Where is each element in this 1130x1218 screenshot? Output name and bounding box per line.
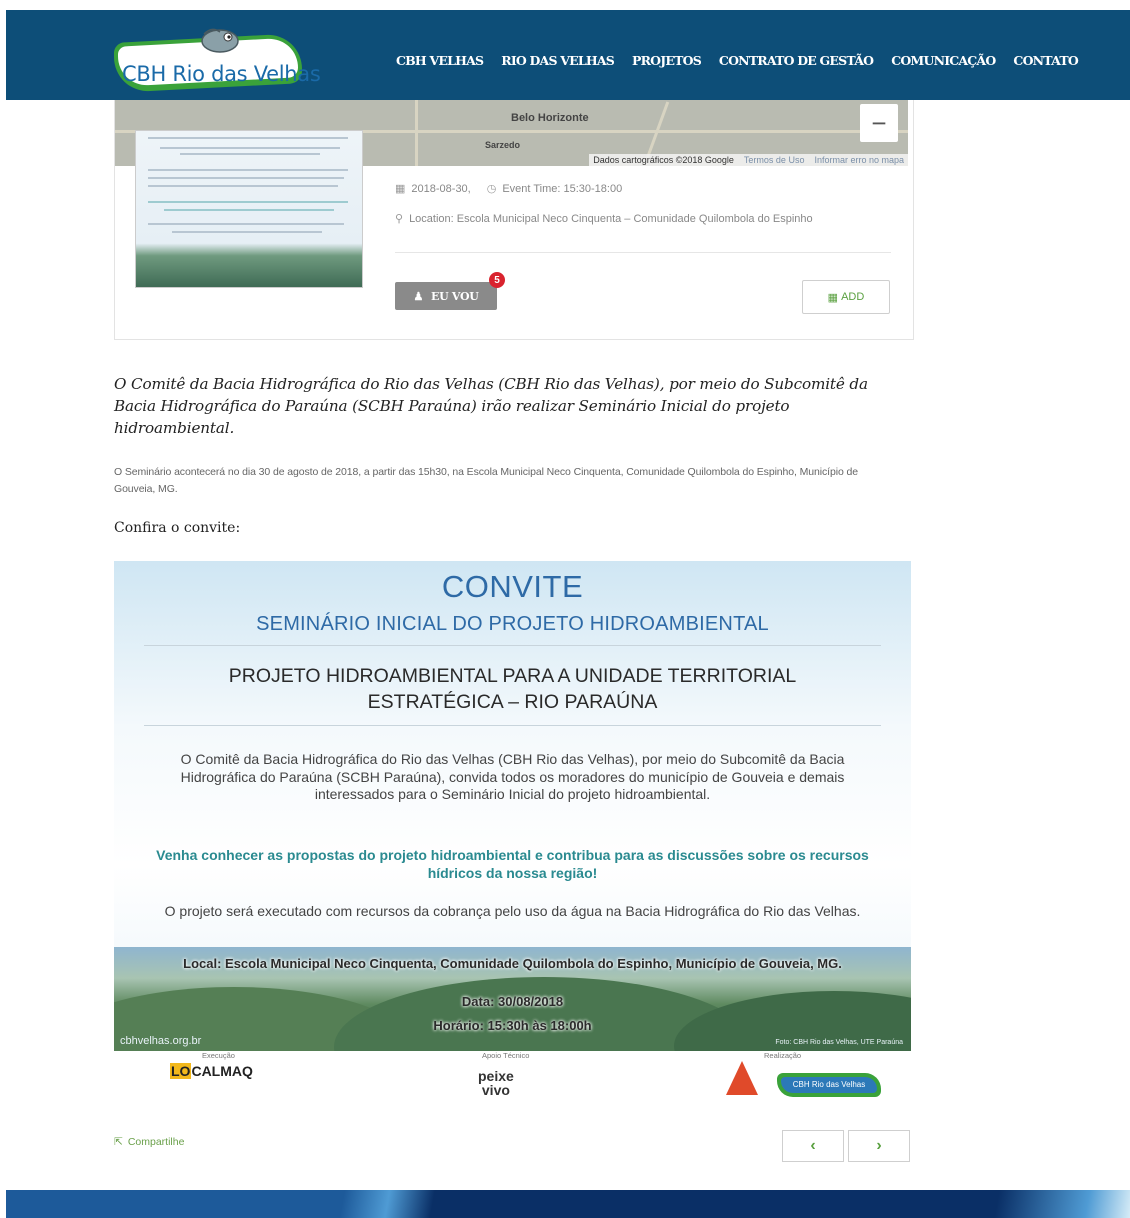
main-nav: CBH VELHAS RIO DAS VELHAS PROJETOS CONTR… (396, 53, 1079, 68)
invite-subtitle: SEMINÁRIO INICIAL DO PROJETO HIDROAMBIEN… (256, 613, 769, 635)
share-link[interactable]: ⇱ Compartilhe (114, 1136, 184, 1148)
fish-icon (201, 28, 239, 53)
add-to-calendar-button[interactable]: ▦ ADD (802, 280, 890, 314)
localmaq-logo-lo: LO (170, 1063, 192, 1079)
logo-text: CBH Rio das Velhas (122, 62, 321, 86)
invite-paragraph-2: Venha conhecer as propostas do projeto h… (156, 847, 869, 881)
map-label: Sarzedo (485, 140, 521, 150)
map-road (415, 100, 418, 166)
event-time: Event Time: 15:30-18:00 (502, 182, 623, 195)
invite-project-title: PROJETO HIDROAMBIENTAL PARA A UNIDADE TE… (114, 663, 911, 715)
card-divider (395, 252, 891, 253)
map-terms-link[interactable]: Termos de Uso (744, 155, 805, 165)
chevron-left-icon: ‹ (810, 1137, 816, 1154)
invite-local-text: Local: Escola Municipal Neco Cinquenta, … (183, 956, 842, 971)
invite-rule (144, 645, 881, 646)
invite-data: Data: 30/08/2018 (461, 994, 564, 1009)
event-location: Location: Escola Municipal Neco Cinquent… (409, 212, 813, 225)
event-date: 2018-08-30, (411, 182, 471, 195)
site-header: CBH Rio das Velhas CBH VELHAS RIO DAS VE… (6, 10, 1130, 100)
next-post-button[interactable]: › (848, 1130, 910, 1162)
localmaq-logo-rest: CALMAQ (191, 1063, 253, 1079)
cbh-mini-logo: CBH Rio das Velhas (777, 1073, 881, 1097)
calendar-icon: ▦ (395, 183, 406, 195)
invite-sponsors: Execução Apoio Técnico Realização LOCALM… (114, 1051, 911, 1115)
site-footer-band (6, 1190, 1130, 1218)
cbh-mini-logo-text: CBH Rio das Velhas (781, 1077, 877, 1093)
eu-vou-button[interactable]: ♟ EU VOU (395, 282, 497, 310)
article-confira: Confira o convite: (114, 520, 241, 536)
nav-item-comunicacao[interactable]: COMUNICAÇÃO (891, 53, 996, 68)
peixe-vivo-logo: peixe vivo (478, 1069, 514, 1097)
sponsor-label-realizacao: Realização (764, 1051, 802, 1060)
localmaq-logo: LOCALMAQ (170, 1063, 253, 1079)
location-pin-icon: ⚲ (395, 213, 404, 225)
nav-item-contrato-de-gestao[interactable]: CONTRATO DE GESTÃO (719, 53, 874, 68)
map-zoom-out-button[interactable]: − (860, 104, 898, 142)
invitation-image: CONVITE SEMINÁRIO INICIAL DO PROJETO HID… (114, 561, 911, 1115)
invite-horario: Horário: 15:30h às 18:00h (433, 1018, 592, 1033)
invite-paragraph-1: O Comitê da Bacia Hidrográfica do Rio da… (180, 751, 845, 802)
invite-paragraph-3: O projeto será executado com recursos da… (164, 903, 861, 919)
eu-vou-label: EU VOU (431, 289, 479, 303)
attendee-count-badge: 5 (489, 272, 505, 288)
invite-local: Local: Escola Municipal Neco Cinquenta, … (114, 955, 911, 973)
event-thumbnail[interactable] (135, 130, 363, 288)
map-attribution: Dados cartográficos ©2018 Google Termos … (589, 154, 908, 166)
water-drop-logo-icon (726, 1061, 758, 1095)
nav-item-contato[interactable]: CONTATO (1013, 53, 1078, 68)
map-attribution-text: Dados cartográficos ©2018 Google (593, 155, 734, 165)
invite-title: CONVITE (441, 569, 584, 604)
invite-photo-credit: Foto: CBH Rio das Velhas, UTE Paraúna (775, 1039, 903, 1046)
chevron-right-icon: › (876, 1137, 882, 1154)
event-card: Belo Horizonte Sarzedo − Dados cartográf… (114, 100, 914, 340)
invite-project-text: PROJETO HIDROAMBIENTAL PARA A UNIDADE TE… (228, 665, 797, 713)
nav-item-projetos[interactable]: PROJETOS (632, 53, 702, 68)
sponsor-label-apoio: Apoio Técnico (482, 1051, 530, 1060)
nav-item-cbh-velhas[interactable]: CBH VELHAS (396, 53, 484, 68)
map-report-link[interactable]: Informar erro no mapa (814, 155, 904, 165)
site-logo[interactable]: CBH Rio das Velhas (114, 24, 321, 93)
add-label: ADD (841, 291, 865, 303)
thumbs-up-icon: ♟ (413, 289, 424, 303)
share-label: Compartilhe (127, 1136, 185, 1148)
calendar-icon: ▦ (827, 291, 839, 304)
clock-icon: ◷ (486, 183, 497, 195)
event-datetime: ▦ 2018-08-30, ◷ Event Time: 15:30-18:00 (395, 182, 623, 196)
event-location-row: ⚲ Location: Escola Municipal Neco Cinque… (395, 212, 813, 226)
article-body: O Seminário acontecerá no dia 30 de agos… (114, 466, 858, 495)
invite-rule (144, 725, 881, 726)
invite-url: cbhvelhas.org.br (120, 1035, 202, 1047)
peixe-vivo-logo-line2: vivo (481, 1082, 510, 1098)
map-label: Belo Horizonte (511, 112, 589, 124)
article-lead: O Comitê da Bacia Hidrográfica do Rio da… (114, 375, 868, 437)
share-icon: ⇱ (114, 1136, 123, 1148)
nav-item-rio-das-velhas[interactable]: RIO DAS VELHAS (501, 53, 615, 68)
previous-post-button[interactable]: ‹ (782, 1130, 844, 1162)
minus-icon: − (871, 108, 887, 138)
sponsor-label-execucao: Execução (202, 1051, 235, 1060)
